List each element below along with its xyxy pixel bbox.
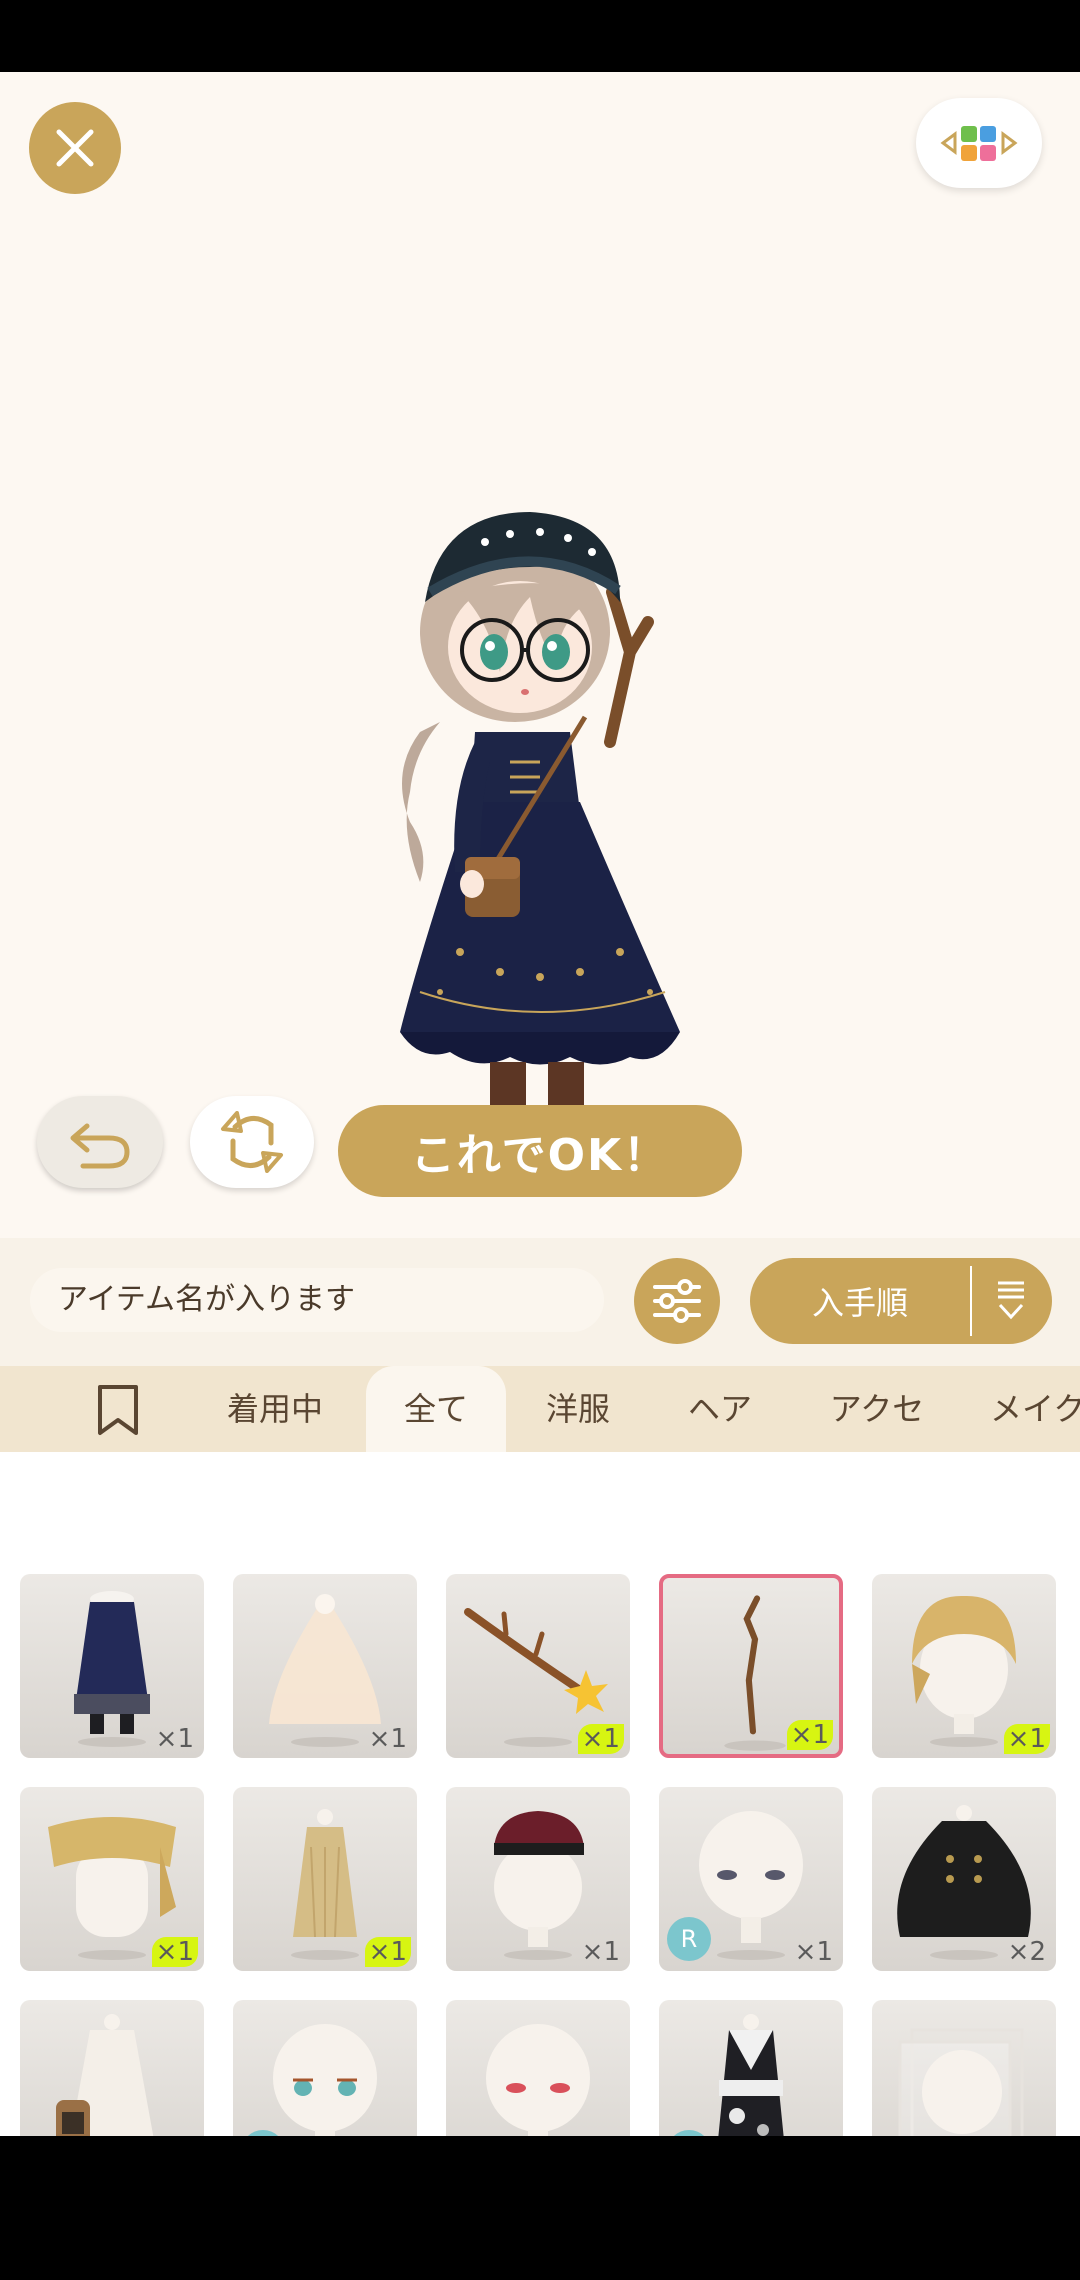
close-button[interactable]: [29, 102, 121, 194]
item-card-kimono[interactable]: R ×1: [659, 2000, 843, 2136]
lantern-thumbnail: [56, 2014, 154, 2136]
item-card-magic-wand[interactable]: ×1: [446, 1574, 630, 1758]
undo-button[interactable]: [37, 1096, 163, 1188]
item-grid: ×1 ×1 ×1 ×1 ×1 ×1 ×1 ×1 R ×1 ×2: [0, 1452, 1080, 2136]
undo-icon: [70, 1123, 130, 1169]
item-card-skirt[interactable]: ×1: [20, 1574, 204, 1758]
item-card-face-eyes-3[interactable]: ×1: [446, 2000, 630, 2136]
rotate-icon: [221, 1111, 283, 1173]
item-card-veil[interactable]: ×1: [233, 1574, 417, 1758]
item-card-hat[interactable]: ×1: [446, 1787, 630, 1971]
item-quantity: ×1: [151, 1937, 198, 1967]
item-card-glass-box[interactable]: ×1: [872, 2000, 1056, 2136]
item-quantity: ×1: [368, 1724, 407, 1754]
face-thumbnail: [486, 2024, 590, 2136]
close-icon: [56, 129, 94, 167]
dressup-screen: これでOK！ アイテム名が入ります 入手順 着用中 全て 洋服 ヘア アクセ メ…: [0, 72, 1080, 2136]
face-thumbnail: [273, 2024, 377, 2136]
tab-wearing[interactable]: 着用中: [210, 1366, 340, 1452]
item-quantity: ×1: [786, 1720, 833, 1750]
color-palette-icon: [940, 126, 1018, 161]
item-card-lantern-body[interactable]: ×1: [20, 2000, 204, 2136]
tab-all[interactable]: 全て: [366, 1366, 506, 1452]
item-card-cape[interactable]: ×1: [233, 1787, 417, 1971]
tab-makeup[interactable]: メイク: [990, 1366, 1080, 1452]
kimono-thumbnail: [718, 2014, 784, 2136]
rarity-badge: R: [667, 1917, 711, 1961]
search-toolbar: アイテム名が入ります 入手順: [0, 1238, 1080, 1380]
item-quantity: ×1: [581, 1937, 620, 1967]
sort-order-label: 入手順: [811, 1284, 908, 1322]
tab-hair[interactable]: ヘア: [672, 1366, 768, 1452]
tab-clothes[interactable]: 洋服: [530, 1366, 626, 1452]
sort-down-icon[interactable]: [972, 1277, 1050, 1325]
item-quantity: ×1: [155, 1724, 194, 1754]
filter-sliders-icon: [653, 1279, 701, 1323]
item-quantity: ×2: [1007, 1937, 1046, 1967]
item-card-stick[interactable]: ×1: [659, 1574, 843, 1758]
item-quantity: ×1: [577, 1724, 624, 1754]
item-card-face-eyes-2[interactable]: R ×1: [233, 2000, 417, 2136]
item-card-hair-blonde[interactable]: ×1: [872, 1574, 1056, 1758]
filter-button[interactable]: [634, 1258, 720, 1344]
glass-box-thumbnail: [898, 2028, 1024, 2136]
color-palette-button[interactable]: [916, 98, 1042, 188]
item-quantity: ×1: [364, 1937, 411, 1967]
tab-accessories[interactable]: アクセ: [814, 1366, 940, 1452]
item-card-black-cape[interactable]: ×2: [872, 1787, 1056, 1971]
item-name-search-input[interactable]: アイテム名が入ります: [30, 1268, 604, 1332]
bookmark-icon[interactable]: [96, 1384, 140, 1436]
confirm-ok-button[interactable]: これでOK！: [338, 1105, 742, 1197]
item-quantity: ×1: [1003, 1724, 1050, 1754]
rotate-button[interactable]: [190, 1096, 314, 1188]
sort-order-button[interactable]: 入手順: [750, 1258, 1052, 1344]
avatar-preview[interactable]: [380, 472, 720, 1172]
item-quantity: ×1: [794, 1937, 833, 1967]
category-tabs: 着用中 全て 洋服 ヘア アクセ メイク: [0, 1366, 1080, 1452]
item-card-scarf[interactable]: ×1: [20, 1787, 204, 1971]
item-card-face-eyes-1[interactable]: R ×1: [659, 1787, 843, 1971]
